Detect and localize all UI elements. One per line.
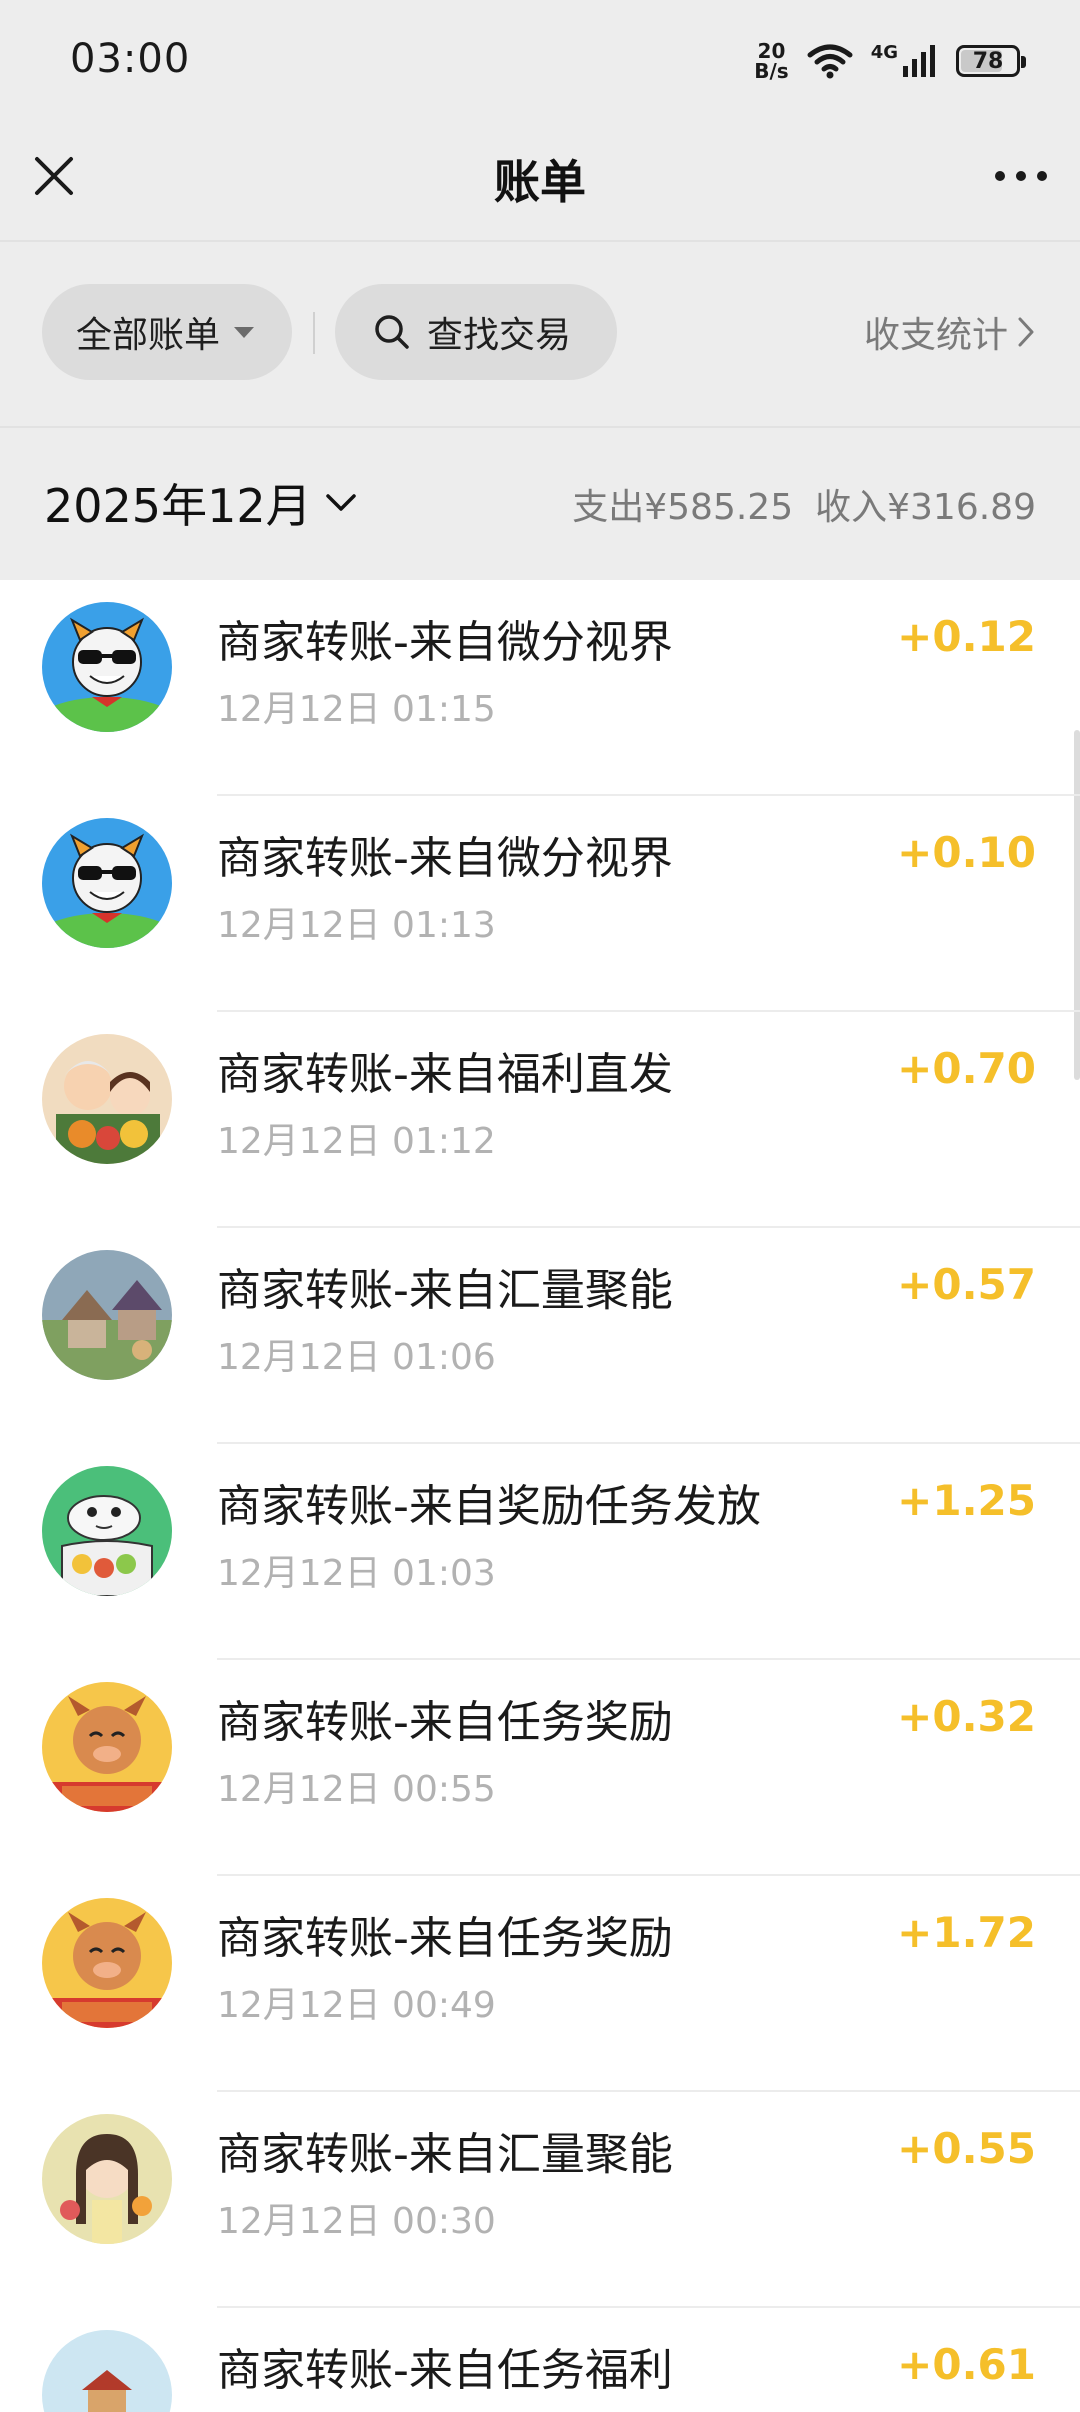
month-selector[interactable]: 2025年12月 <box>44 470 356 536</box>
status-icons: 20 B/s 4G 78 <box>754 36 1026 86</box>
stats-label: 收支统计 <box>863 315 1008 356</box>
search-transactions-button[interactable]: 查找交易 <box>335 284 617 380</box>
filter-bar: 全部账单 查找交易 收支统计 <box>0 242 1080 426</box>
transaction-row[interactable]: 商家转账-来自微分视界 12月12日 01:13 +0.10 <box>0 796 1080 1012</box>
more-icon <box>995 171 1047 181</box>
search-icon <box>375 315 409 349</box>
village-scene-avatar-icon <box>42 1250 172 1380</box>
transaction-time: 12月12日 01:12 <box>217 1121 496 1162</box>
page-title: 账单 <box>494 155 586 209</box>
transaction-title: 商家转账-来自微分视界 <box>217 617 673 668</box>
battery-percent: 78 <box>972 48 1004 74</box>
transaction-title: 商家转账-来自微分视界 <box>217 833 673 884</box>
cartoon-dragon-avatar-icon <box>42 1898 172 2028</box>
net-speed-unit: B/s <box>754 59 789 83</box>
wifi-icon <box>807 44 853 79</box>
chevron-down-icon <box>325 494 356 511</box>
month-bar: 2025年12月 支出¥585.25 收入¥316.89 <box>0 428 1080 580</box>
transaction-amount: +0.32 <box>897 1692 1036 1741</box>
month-label: 2025年12月 <box>44 479 312 533</box>
transaction-row[interactable]: 商家转账-来自汇量聚能 12月12日 00:30 +0.55 <box>0 2092 1080 2308</box>
transaction-amount: +0.12 <box>897 612 1036 661</box>
signal-icon <box>903 45 935 77</box>
transaction-row[interactable]: 商家转账-来自任务奖励 12月12日 00:49 +1.72 <box>0 1876 1080 2092</box>
cartoon-seal-avatar-icon <box>42 1466 172 1596</box>
transaction-time: 12月12日 01:03 <box>217 1553 496 1594</box>
cartoon-dragon-avatar-icon <box>42 1682 172 1812</box>
transaction-title: 商家转账-来自汇量聚能 <box>217 2129 673 2180</box>
chevron-right-icon <box>1018 317 1034 347</box>
transaction-amount: +1.72 <box>897 1908 1036 1957</box>
transaction-amount: +0.70 <box>897 1044 1036 1093</box>
cartoon-dog-sunglasses-avatar-icon <box>42 602 172 732</box>
grandma-and-girl-avatar-icon <box>42 1034 172 1164</box>
transaction-amount: +0.55 <box>897 2124 1036 2173</box>
transaction-list[interactable]: 商家转账-来自微分视界 12月12日 01:15 +0.12 商家转账-来自微分… <box>0 580 1080 2412</box>
signal-group: 4G <box>871 44 938 78</box>
net-speed-value: 20 <box>757 39 786 63</box>
nav-bar: 账单 <box>0 120 1080 240</box>
transaction-amount: +1.25 <box>897 1476 1036 1525</box>
more-button[interactable] <box>986 146 1056 206</box>
caret-down-icon <box>234 326 255 338</box>
all-bills-label: 全部账单 <box>76 315 221 356</box>
girl-with-flowers-avatar-icon <box>42 2114 172 2244</box>
network-type: 4G <box>870 42 898 63</box>
transaction-title: 商家转账-来自福利直发 <box>217 1049 673 1100</box>
transaction-time: 12月12日 00:30 <box>217 2201 496 2242</box>
transaction-row[interactable]: 商家转账-来自微分视界 12月12日 01:15 +0.12 <box>0 580 1080 796</box>
status-time: 03:00 <box>70 36 191 82</box>
transaction-time: 12月12日 01:06 <box>217 1337 496 1378</box>
income-expense-stats-link[interactable]: 收支统计 <box>864 306 1034 358</box>
transaction-title: 商家转账-来自任务福利 <box>217 2345 673 2396</box>
transaction-time: 12月12日 00:55 <box>217 1769 496 1810</box>
search-label: 查找交易 <box>427 315 572 356</box>
transaction-row[interactable]: 商家转账-来自任务奖励 12月12日 00:55 +0.32 <box>0 1660 1080 1876</box>
status-bar: 03:00 20 B/s 4G 78 <box>0 0 1080 120</box>
transaction-row[interactable]: 商家转账-来自奖励任务发放 12月12日 01:03 +1.25 <box>0 1444 1080 1660</box>
filter-separator <box>313 312 315 354</box>
transaction-time: 12月12日 01:15 <box>217 689 496 730</box>
town-pagoda-avatar-icon <box>42 2330 172 2412</box>
transaction-amount: +0.61 <box>897 2340 1036 2389</box>
transaction-row[interactable]: 商家转账-来自任务福利 +0.61 <box>0 2308 1080 2412</box>
net-speed: 20 B/s <box>754 41 788 81</box>
transaction-title: 商家转账-来自汇量聚能 <box>217 1265 673 1316</box>
cartoon-dog-sunglasses-avatar-icon <box>42 818 172 948</box>
transaction-amount: +0.10 <box>897 828 1036 877</box>
transaction-title: 商家转账-来自奖励任务发放 <box>217 1481 761 1532</box>
transaction-time: 12月12日 00:49 <box>217 1985 496 2026</box>
transaction-amount: +0.57 <box>897 1260 1036 1309</box>
expense-total: 支出¥585.25 <box>572 487 794 528</box>
transaction-title: 商家转账-来自任务奖励 <box>217 1913 673 1964</box>
transaction-row[interactable]: 商家转账-来自汇量聚能 12月12日 01:06 +0.57 <box>0 1228 1080 1444</box>
transaction-row[interactable]: 商家转账-来自福利直发 12月12日 01:12 +0.70 <box>0 1012 1080 1228</box>
month-summary: 支出¥585.25 收入¥316.89 <box>572 478 1036 530</box>
transaction-title: 商家转账-来自任务奖励 <box>217 1697 673 1748</box>
all-bills-filter[interactable]: 全部账单 <box>42 284 292 380</box>
income-total: 收入¥316.89 <box>815 487 1036 528</box>
battery-icon: 78 <box>956 45 1026 77</box>
transaction-time: 12月12日 01:13 <box>217 905 496 946</box>
